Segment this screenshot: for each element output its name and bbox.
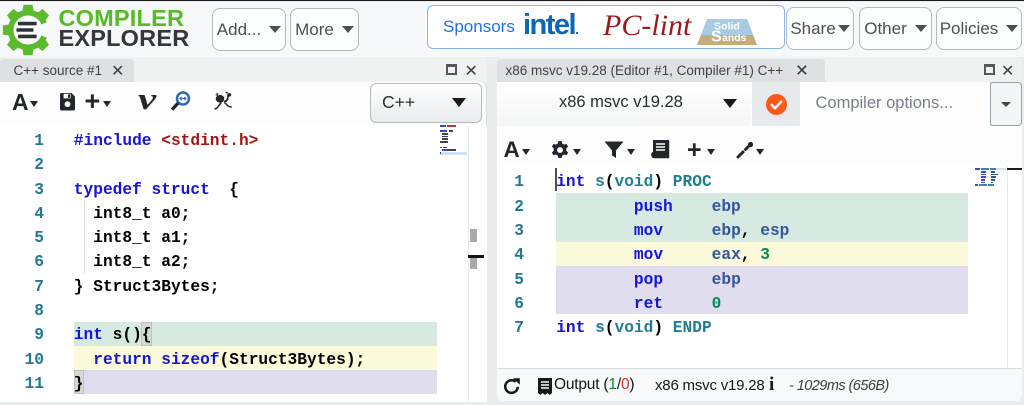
svg-text:ands: ands [722, 32, 747, 44]
svg-text:S: S [711, 29, 722, 46]
